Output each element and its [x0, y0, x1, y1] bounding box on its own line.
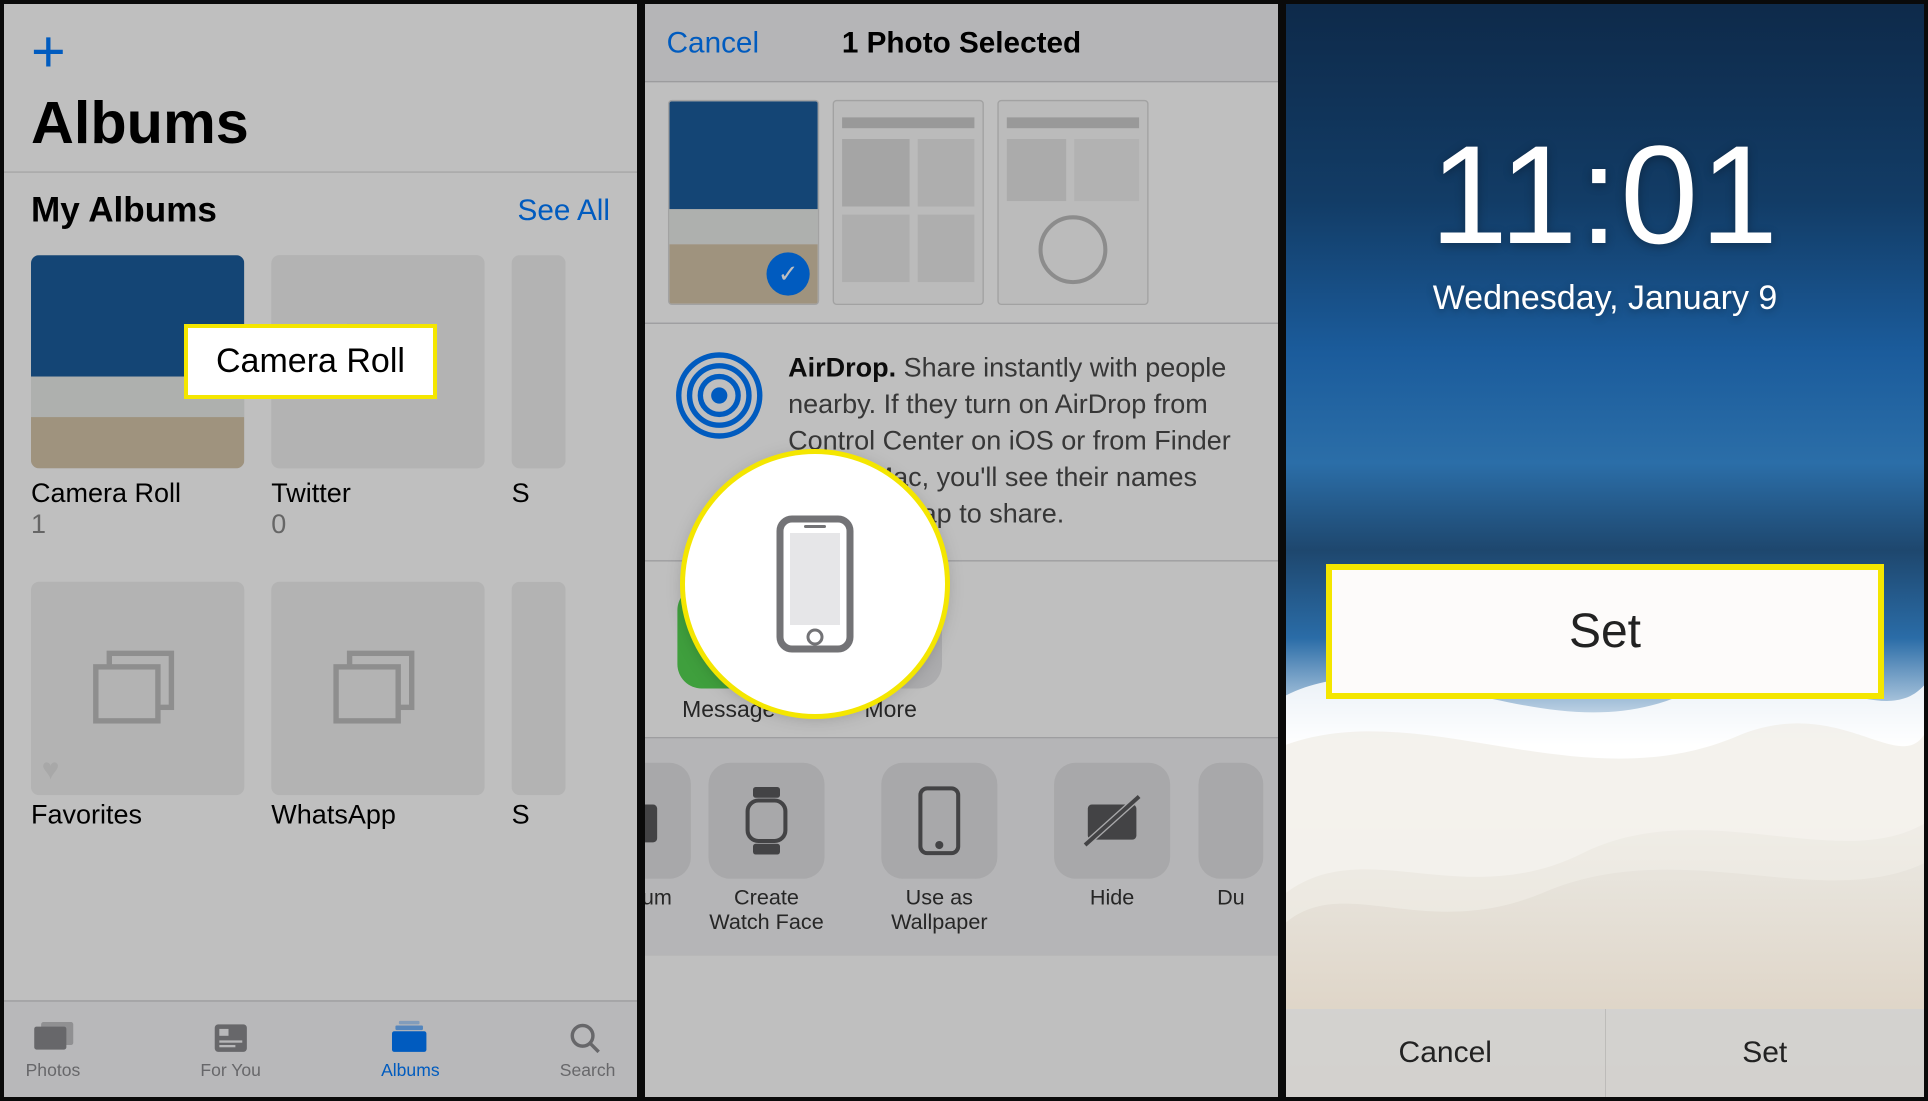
album-item[interactable]: S — [512, 255, 566, 541]
tab-label: Albums — [381, 1059, 440, 1079]
action-label: o Album — [641, 887, 672, 912]
tab-label: Search — [560, 1059, 616, 1079]
hide-icon — [1054, 763, 1170, 879]
action-label: Hide — [1090, 887, 1134, 912]
tab-label: Photos — [26, 1059, 81, 1079]
see-all-link[interactable]: See All — [518, 192, 610, 227]
albums-panel: + Albums My Albums See All Camera Roll 1… — [0, 0, 641, 1101]
phone-icon — [881, 763, 997, 879]
action-use-as-wallpaper[interactable]: Use as Wallpaper — [853, 763, 1026, 937]
preview-thumb[interactable] — [999, 101, 1147, 304]
wallpaper-preview-panel: 11:01 Wednesday, January 9 Set Cancel Se… — [1282, 0, 1928, 1101]
album-name: S — [512, 479, 566, 510]
album-name: Favorites — [31, 801, 244, 832]
action-label: Create Watch Face — [709, 887, 823, 937]
stack-icon — [331, 648, 426, 729]
stack-icon — [90, 648, 185, 729]
lock-time: 11:01 — [1286, 114, 1924, 276]
callout-camera-roll: Camera Roll — [184, 324, 437, 399]
tab-for-you[interactable]: For You — [200, 1019, 261, 1080]
tab-search[interactable]: Search — [560, 1019, 616, 1080]
album-name: S — [512, 801, 566, 832]
tab-albums[interactable]: Albums — [381, 1019, 440, 1080]
action-hide[interactable]: Hide — [1026, 763, 1199, 937]
action-create-watch-face[interactable]: Create Watch Face — [680, 763, 853, 937]
preview-thumb[interactable]: ✓ — [669, 101, 818, 304]
preview-strip[interactable]: ✓ — [645, 82, 1278, 324]
set-bar: Cancel Set — [1286, 1009, 1924, 1097]
checkmark-icon: ✓ — [767, 252, 810, 295]
cancel-button[interactable]: Cancel — [667, 25, 759, 60]
section-heading: My Albums — [31, 189, 217, 231]
album-item[interactable]: S — [512, 582, 566, 832]
action-duplicate[interactable]: Du — [1199, 763, 1264, 937]
lock-date: Wednesday, January 9 — [1286, 279, 1924, 318]
header-title: 1 Photo Selected — [842, 25, 1081, 60]
action-label: Du — [1217, 887, 1245, 912]
action-row: o Album Create Watch Face Use as Wallpap… — [645, 738, 1278, 955]
page-title: Albums — [4, 90, 637, 171]
share-header: Cancel 1 Photo Selected — [645, 4, 1278, 82]
tab-bar: Photos For You Albums Search — [4, 1000, 637, 1097]
cancel-button[interactable]: Cancel — [1286, 1009, 1606, 1097]
add-button[interactable]: + — [31, 23, 610, 82]
action-add-to-album[interactable]: o Album — [641, 763, 680, 937]
heart-icon: ♥ — [42, 752, 60, 787]
album-name: Twitter — [271, 479, 484, 510]
album-item[interactable]: WhatsApp — [271, 582, 484, 832]
duplicate-icon — [1199, 763, 1264, 879]
album-count: 1 — [31, 510, 244, 541]
airdrop-icon — [675, 351, 764, 440]
album-item[interactable]: ♥ Favorites — [31, 582, 244, 832]
phone-icon — [770, 509, 860, 659]
album-count: 0 — [271, 510, 484, 541]
callout-set: Set — [1326, 564, 1884, 699]
album-name: Camera Roll — [31, 479, 244, 510]
spotlight-use-as-wallpaper — [685, 454, 945, 714]
action-label: Use as Wallpaper — [891, 887, 987, 937]
album-name: WhatsApp — [271, 801, 484, 832]
set-button[interactable]: Set — [1606, 1009, 1925, 1097]
tab-label: For You — [200, 1059, 261, 1079]
preview-thumb[interactable] — [834, 101, 983, 304]
share-sheet-panel: Cancel 1 Photo Selected ✓ AirDrop. Share… — [641, 0, 1282, 1101]
tab-photos[interactable]: Photos — [26, 1019, 81, 1080]
watch-icon — [708, 763, 824, 879]
